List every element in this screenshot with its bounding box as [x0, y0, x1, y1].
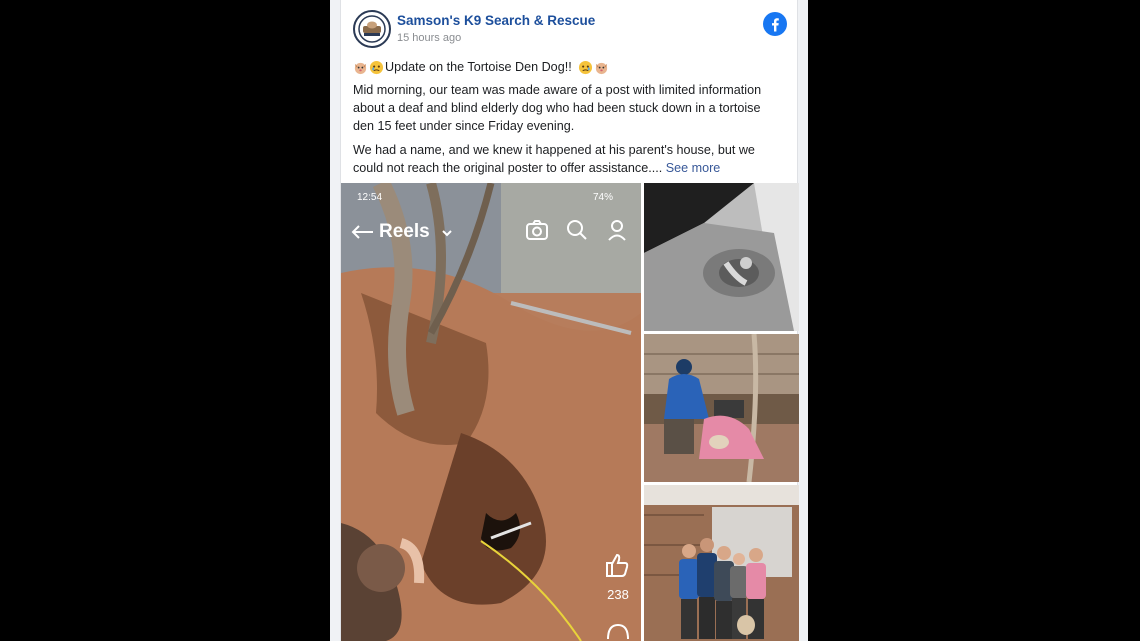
rescue-team-photo[interactable] — [644, 334, 799, 482]
teary-face-emoji-icon — [369, 60, 384, 74]
page-avatar-icon[interactable] — [353, 10, 391, 48]
camera-icon[interactable] — [525, 219, 549, 241]
back-arrow-icon[interactable] — [349, 224, 375, 240]
like-count: 238 — [607, 587, 629, 602]
comment-icon[interactable] — [605, 621, 631, 641]
see-more-link[interactable]: See more — [666, 161, 721, 175]
post-header: Samson's K9 Search & Rescue 15 hours ago — [353, 10, 787, 50]
reel-overlay: 12:54 74% Reels 238 — [341, 183, 641, 641]
teary-face-emoji-icon — [578, 60, 592, 74]
photo-grid: 12:54 74% Reels 238 — [341, 183, 799, 641]
dog-emoji-icon — [595, 62, 607, 74]
page-name-link[interactable]: Samson's K9 Search & Rescue — [397, 13, 595, 28]
status-time: 12:54 — [357, 192, 383, 203]
reels-title: Reels — [379, 221, 430, 242]
post-paragraph-truncated: We had a name, and we knew it happened a… — [353, 141, 781, 177]
dog-emoji-icon — [354, 62, 367, 74]
post-timestamp[interactable]: 15 hours ago — [397, 32, 461, 44]
chevron-down-icon[interactable] — [441, 227, 453, 239]
group-photo-with-dog[interactable] — [644, 485, 799, 641]
post-headline: Update on the Tortoise Den Dog!! — [385, 60, 572, 74]
facebook-post-card: Samson's K9 Search & Rescue 15 hours ago… — [340, 0, 799, 641]
search-icon[interactable] — [566, 219, 588, 241]
post-headline-row: Update on the Tortoise Den Dog!! — [353, 58, 781, 76]
thumbs-up-icon[interactable] — [603, 551, 631, 579]
post-body: Update on the Tortoise Den Dog!! Mid mor… — [353, 58, 781, 183]
reel-screenshot-photo[interactable]: 12:54 74% Reels 238 — [341, 183, 641, 641]
facebook-logo-icon — [763, 12, 787, 36]
den-camera-photo[interactable] — [644, 183, 799, 331]
status-battery: 74% — [593, 192, 614, 203]
profile-icon[interactable] — [607, 219, 627, 241]
post-paragraph: Mid morning, our team was made aware of … — [353, 83, 762, 133]
screenshot-frame: Samson's K9 Search & Rescue 15 hours ago… — [330, 0, 808, 641]
